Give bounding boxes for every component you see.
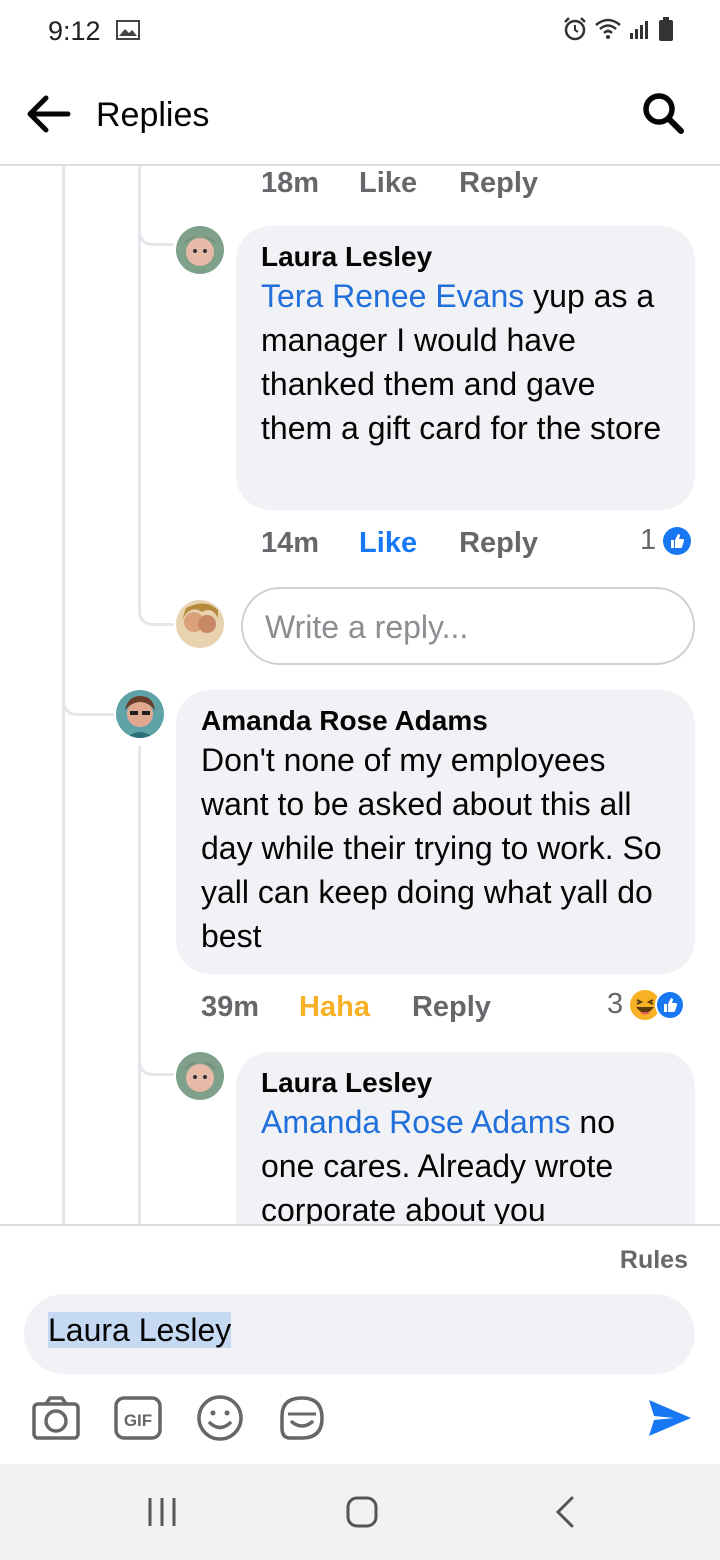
status-time: 9:12 [48, 16, 101, 46]
rules-link[interactable]: Rules [620, 1246, 688, 1275]
haha-button[interactable]: Haha [299, 991, 370, 1024]
comment-bubble[interactable]: Laura Lesley Amanda Rose Adams no one ca… [236, 1052, 695, 1224]
comment-composer: Rules Laura Lesley GIF [0, 1224, 720, 1464]
mention-link[interactable]: Amanda Rose Adams [261, 1104, 571, 1140]
input-value: Laura Lesley [48, 1312, 232, 1348]
reaction-summary[interactable]: 1 [640, 524, 692, 557]
emoji-icon[interactable] [194, 1392, 246, 1444]
current-user-avatar [176, 600, 224, 648]
like-reaction-icon [663, 526, 692, 555]
reaction-summary[interactable]: 3 [607, 988, 686, 1021]
page-title: Replies [96, 96, 210, 134]
comment-bubble[interactable]: Amanda Rose Adams Don't none of my emplo… [176, 690, 695, 974]
comment-actions: 14m Like Reply [261, 526, 538, 560]
comment-actions: 39m Haha Reply [201, 990, 491, 1024]
composer-tools: GIF [30, 1392, 328, 1444]
send-icon[interactable] [646, 1394, 694, 1442]
mention-link[interactable]: Tera Renee Evans [261, 278, 524, 314]
thread-connector [138, 586, 174, 626]
home-icon[interactable] [342, 1492, 382, 1532]
thread-connector [62, 666, 114, 716]
gif-icon[interactable]: GIF [112, 1392, 164, 1444]
back-arrow-icon[interactable] [24, 92, 72, 136]
thread-line-inner-2 [138, 746, 141, 1224]
status-icons [562, 16, 674, 42]
comment-time: 39m [201, 990, 260, 1023]
reply-button[interactable]: Reply [412, 991, 491, 1024]
reply-button[interactable]: Reply [459, 167, 538, 200]
comment-time: 18m [261, 166, 320, 199]
replies-thread: 18m Like Reply Laura Lesley Tera Renee E… [0, 166, 720, 1224]
system-nav-bar [0, 1464, 720, 1560]
recent-apps-icon[interactable] [142, 1492, 182, 1532]
app-header: Replies [0, 64, 720, 166]
reaction-count: 1 [640, 524, 657, 556]
svg-text:GIF: GIF [124, 1411, 152, 1430]
comment-text: Tera Renee Evans yup as a manager I woul… [261, 278, 662, 446]
reply-button[interactable]: Reply [459, 527, 538, 560]
avatar[interactable] [176, 226, 224, 274]
alarm-icon [564, 17, 586, 41]
signal-icon [630, 21, 648, 39]
gallery-notification-icon [116, 20, 140, 40]
like-button[interactable]: Like [359, 167, 417, 200]
like-reaction-icon [655, 989, 686, 1020]
back-nav-icon[interactable] [546, 1492, 586, 1532]
avatar[interactable] [176, 1052, 224, 1100]
comment-author[interactable]: Laura Lesley [261, 1066, 671, 1100]
wifi-icon [595, 18, 621, 39]
comment-bubble[interactable]: Laura Lesley Tera Renee Evans yup as a m… [236, 226, 695, 510]
camera-icon[interactable] [30, 1392, 82, 1444]
like-button[interactable]: Like [359, 527, 417, 560]
thread-connector [138, 1046, 174, 1076]
battery-icon [659, 17, 673, 41]
comment-text: Don't none of my employees want to be as… [201, 742, 662, 954]
comment-actions: 18m Like Reply [261, 166, 538, 200]
comment-time: 14m [261, 526, 320, 559]
search-icon[interactable] [640, 90, 686, 136]
sticker-icon[interactable] [276, 1392, 328, 1444]
status-bar: 9:12 [0, 0, 720, 64]
comment-author[interactable]: Amanda Rose Adams [201, 704, 671, 738]
reply-input[interactable]: Write a reply... [241, 587, 695, 665]
comment-author[interactable]: Laura Lesley [261, 240, 671, 274]
thread-connector [138, 216, 174, 246]
comment-text: Amanda Rose Adams no one cares. Already … [261, 1104, 615, 1224]
avatar[interactable] [116, 690, 164, 738]
comment-input[interactable]: Laura Lesley [24, 1294, 695, 1374]
reaction-count: 3 [607, 988, 624, 1020]
